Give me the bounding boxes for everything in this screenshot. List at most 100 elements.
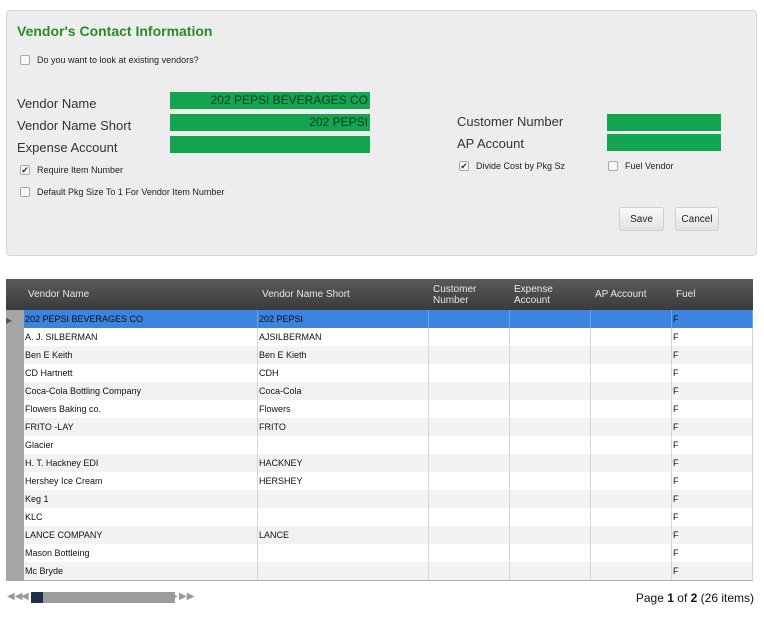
page-slider-thumb[interactable] <box>31 592 43 603</box>
cell-ap-account <box>591 454 672 472</box>
cell-vendor-name: Flowers Baking co. <box>24 400 258 418</box>
cell-vendor-name: Hershey Ice Cream <box>24 472 258 490</box>
column-header-vendor-name[interactable]: Vendor Name <box>28 279 258 310</box>
cell-customer-number <box>429 382 510 400</box>
column-header-expense-account[interactable]: Expense Account <box>514 279 584 310</box>
cell-vendor-name: Coca-Cola Bottling Company <box>24 382 258 400</box>
cell-vendor-name: FRITO -LAY <box>24 418 258 436</box>
page-of-label: of <box>677 591 688 605</box>
cell-expense-account <box>510 508 591 526</box>
existing-vendors-checkbox-row[interactable]: Do you want to look at existing vendors? <box>20 55 199 65</box>
cell-vendor-name: 202 PEPSI BEVERAGES CO <box>24 310 258 328</box>
fuel-vendor-row[interactable]: Fuel Vendor <box>608 161 674 171</box>
cell-fuel: F <box>672 454 753 472</box>
customer-number-input[interactable] <box>607 114 721 131</box>
require-item-number-row[interactable]: ✔ Require Item Number <box>20 165 123 175</box>
column-header-vendor-name-short[interactable]: Vendor Name Short <box>262 279 352 310</box>
cell-fuel: F <box>672 382 753 400</box>
fuel-vendor-label: Fuel Vendor <box>625 161 674 171</box>
save-button[interactable]: Save <box>619 207 664 231</box>
column-header-ap-account[interactable]: AP Account <box>595 279 675 310</box>
table-row[interactable]: FRITO -LAY FRITO F <box>24 418 753 436</box>
fuel-vendor-checkbox[interactable] <box>608 161 618 171</box>
existing-vendors-checkbox[interactable] <box>20 55 30 65</box>
cancel-button[interactable]: Cancel <box>675 207 719 231</box>
cell-expense-account <box>510 562 591 580</box>
cell-expense-account <box>510 328 591 346</box>
vendor-name-short-input[interactable]: 202 PEPSI <box>170 114 370 131</box>
table-row[interactable]: Keg 1 F <box>24 490 753 508</box>
table-row[interactable]: 202 PEPSI BEVERAGES CO 202 PEPSI F <box>24 310 753 328</box>
table-row[interactable]: Mason Bottleing F <box>24 544 753 562</box>
cell-expense-account <box>510 436 591 454</box>
cell-customer-number <box>429 400 510 418</box>
default-pkg-row[interactable]: Default Pkg Size To 1 For Vendor Item Nu… <box>20 187 224 197</box>
cell-vendor-name-short: Ben E Kieth <box>258 346 429 364</box>
table-row[interactable]: LANCE COMPANY LANCE F <box>24 526 753 544</box>
cell-vendor-name-short: LANCE <box>258 526 429 544</box>
total-pages: 2 <box>690 591 698 605</box>
default-pkg-checkbox[interactable] <box>20 187 30 197</box>
table-row[interactable]: Flowers Baking co. Flowers F <box>24 400 753 418</box>
table-row[interactable]: H. T. Hackney EDI HACKNEY F <box>24 454 753 472</box>
cell-vendor-name-short <box>258 544 429 562</box>
cell-vendor-name: Keg 1 <box>24 490 258 508</box>
cell-expense-account <box>510 400 591 418</box>
pager-navigation: ◀◀ ◀ ▶ ▶▶ <box>7 591 194 603</box>
cell-customer-number <box>429 310 510 328</box>
cell-ap-account <box>591 436 672 454</box>
cell-vendor-name: Ben E Keith <box>24 346 258 364</box>
cell-expense-account <box>510 472 591 490</box>
cell-ap-account <box>591 418 672 436</box>
cell-ap-account <box>591 562 672 580</box>
cell-fuel: F <box>672 346 753 364</box>
page-slider-track[interactable] <box>31 592 175 603</box>
cell-vendor-name-short <box>258 490 429 508</box>
cell-ap-account <box>591 508 672 526</box>
cell-vendor-name-short <box>258 562 429 580</box>
customer-number-label: Customer Number <box>457 114 564 129</box>
cell-fuel: F <box>672 328 753 346</box>
cell-customer-number <box>429 454 510 472</box>
last-page-icon[interactable]: ▶▶ <box>179 592 194 602</box>
cell-vendor-name: LANCE COMPANY <box>24 526 258 544</box>
table-row[interactable]: CD Hartnett CDH F <box>24 364 753 382</box>
cell-vendor-name-short: FRITO <box>258 418 429 436</box>
cell-vendor-name-short: Coca-Cola <box>258 382 429 400</box>
divide-cost-row[interactable]: ✔ Divide Cost by Pkg Sz <box>459 161 565 171</box>
cell-vendor-name: CD Hartnett <box>24 364 258 382</box>
cell-fuel: F <box>672 544 753 562</box>
cell-customer-number <box>429 472 510 490</box>
ap-account-input[interactable] <box>607 134 721 151</box>
divide-cost-label: Divide Cost by Pkg Sz <box>476 161 566 171</box>
table-row[interactable]: Ben E Keith Ben E Kieth F <box>24 346 753 364</box>
table-row[interactable]: A. J. SILBERMAN AJSILBERMAN F <box>24 328 753 346</box>
cell-fuel: F <box>672 400 753 418</box>
cell-vendor-name: Mason Bottleing <box>24 544 258 562</box>
table-row[interactable]: Glacier F <box>24 436 753 454</box>
grid-header: Vendor Name Vendor Name Short Customer N… <box>6 279 753 310</box>
cell-ap-account <box>591 310 672 328</box>
column-header-customer-number[interactable]: Customer Number <box>433 279 503 310</box>
prev-page-icon[interactable]: ◀ <box>21 592 29 602</box>
table-row[interactable]: Mc Bryde F <box>24 562 753 580</box>
cell-fuel: F <box>672 364 753 382</box>
expense-account-input[interactable] <box>170 136 370 153</box>
next-page-icon[interactable]: ▶ <box>170 592 178 602</box>
column-header-fuel[interactable]: Fuel <box>676 279 736 310</box>
vendor-name-input[interactable]: 202 PEPSI BEVERAGES CO <box>170 92 370 109</box>
cell-vendor-name-short <box>258 508 429 526</box>
divide-cost-checkbox[interactable]: ✔ <box>459 161 469 171</box>
table-row[interactable]: Hershey Ice Cream HERSHEY F <box>24 472 753 490</box>
cell-expense-account <box>510 364 591 382</box>
cell-expense-account <box>510 544 591 562</box>
table-row[interactable]: Coca-Cola Bottling Company Coca-Cola F <box>24 382 753 400</box>
cell-vendor-name-short: HACKNEY <box>258 454 429 472</box>
row-selector-column <box>6 310 24 581</box>
cell-ap-account <box>591 544 672 562</box>
cell-fuel: F <box>672 472 753 490</box>
require-item-number-checkbox[interactable]: ✔ <box>20 165 30 175</box>
table-row[interactable]: KLC F <box>24 508 753 526</box>
cell-customer-number <box>429 490 510 508</box>
cell-customer-number <box>429 436 510 454</box>
